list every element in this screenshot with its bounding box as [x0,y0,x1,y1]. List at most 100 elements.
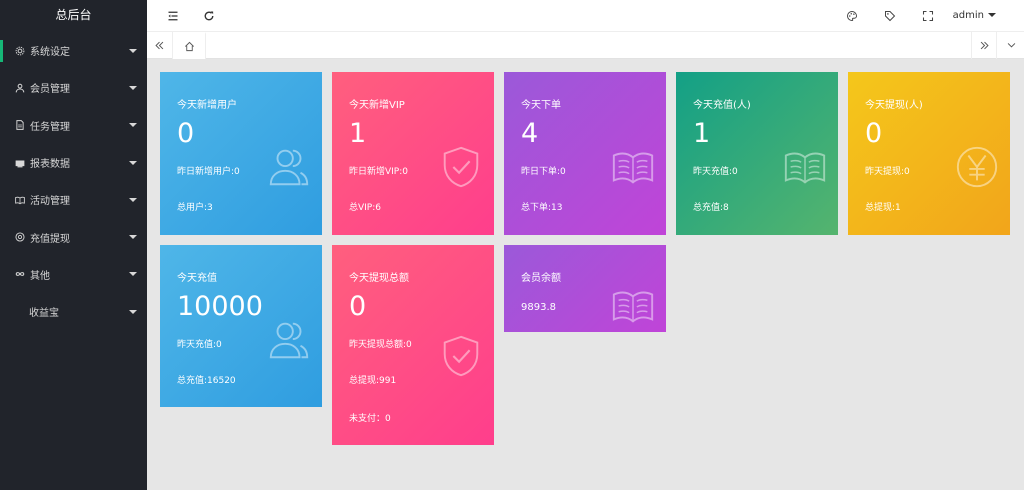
sidebar-item-system-settings[interactable]: 系统设定 [0,32,147,69]
sidebar-item-recharge-withdraw[interactable]: 充值提现 [0,218,147,255]
refresh-button[interactable] [199,0,219,32]
tag-button[interactable] [879,0,901,32]
card-title: 今天下单 [521,100,561,111]
card-total: 总用户:3 [177,203,213,213]
stat-card-orders: 今天下单 4 昨日下单:0 总下单:13 [504,72,666,235]
card-title: 今天提现总额 [349,273,409,284]
card-subline: 昨日下单:0 [521,167,566,177]
sidebar: 总后台 系统设定 会员管理 任务管理 报表数据 活动管理 充值提现 其他 收益宝 [0,0,147,490]
menu-collapse-icon [167,7,179,26]
stat-card-withdraw-users: 今天提现(人) 0 昨天提现:0 总提现:1 [848,72,1010,235]
user-menu[interactable]: admin [953,0,996,32]
card-value: 1 [693,118,711,149]
tab-bar [147,32,1024,59]
sidebar-item-label: 充值提现 [30,233,70,245]
stat-card-member-balance: 会员余额 9893.8 [504,245,666,332]
logo-text: 总后台 [55,8,92,22]
card-value: 1 [349,118,367,149]
stat-card-new-vip: 今天新增VIP 1 昨日新增VIP:0 总VIP:6 [332,72,494,235]
open-book-icon [782,144,828,190]
card-value: 0 [865,118,883,149]
top-header: admin [147,0,1024,32]
users-icon [266,317,312,363]
stat-card-new-users: 今天新增用户 0 昨日新增用户:0 总用户:3 [160,72,322,235]
card-subline: 昨天提现总额:0 [349,340,412,350]
card-unpaid: 未支付：0 [349,414,391,424]
palette-icon [846,7,858,26]
stat-card-recharge-today: 今天充值 10000 昨天充值:0 总充值:16520 [160,245,322,407]
card-subline: 昨天提现:0 [865,167,910,177]
card-value: 9893.8 [521,302,556,313]
chart-icon [14,157,25,168]
card-total: 总提现:1 [865,203,901,213]
infinity-icon [14,269,25,280]
tag-icon [884,7,896,26]
users-icon [266,144,312,190]
circle-icon [14,232,25,243]
caret-down-icon [129,309,137,314]
card-subline: 昨日新增用户:0 [177,167,240,177]
open-book-icon [610,283,656,329]
card-value: 4 [521,118,539,149]
refresh-icon [203,7,215,26]
sidebar-item-report-data[interactable]: 报表数据 [0,144,147,181]
gear-icon [14,45,25,56]
home-icon [184,37,195,56]
document-icon [14,120,25,131]
sidebar-item-label: 系统设定 [30,47,70,59]
caret-down-icon [129,197,137,202]
card-title: 今天充值 [177,273,217,284]
sidebar-item-member-management[interactable]: 会员管理 [0,69,147,106]
theme-button[interactable] [841,0,863,32]
card-subline: 昨天充值:0 [693,167,738,177]
caret-down-icon [129,235,137,240]
card-value: 10000 [177,291,263,322]
sidebar-item-label: 其他 [30,270,50,282]
card-total: 总充值:8 [693,203,729,213]
card-title: 今天提现(人) [865,100,923,111]
double-left-icon [154,36,165,55]
stat-card-withdraw-total: 今天提现总额 0 昨天提现总额:0 总提现:991 未支付：0 [332,245,494,445]
caret-down-icon [129,85,137,90]
book-icon [14,194,25,205]
caret-down-icon [129,272,137,277]
card-total: 总充值:16520 [177,376,236,386]
caret-down-icon [988,13,996,17]
card-total: 总VIP:6 [349,203,381,213]
caret-down-icon [129,48,137,53]
card-subline: 昨日新增VIP:0 [349,167,408,177]
card-total: 总提现:991 [349,376,397,386]
sidebar-item-other[interactable]: 其他 [0,256,147,293]
caret-down-icon [129,123,137,128]
stat-card-recharge-users: 今天充值(人) 1 昨天充值:0 总充值:8 [676,72,838,235]
menu-collapse-button[interactable] [163,0,183,32]
card-value: 0 [177,118,195,149]
sidebar-item-activity-management[interactable]: 活动管理 [0,181,147,218]
shield-check-icon [438,333,484,379]
fullscreen-icon [922,7,934,26]
open-book-icon [610,144,656,190]
tabs-scroll-left-button[interactable] [147,32,173,59]
sidebar-item-yield-treasure[interactable]: 收益宝 [0,293,147,330]
tabs-scroll-right-button[interactable] [971,32,997,59]
fullscreen-button[interactable] [917,0,939,32]
tab-home[interactable] [173,32,206,59]
username: admin [952,10,984,21]
card-title: 今天新增用户 [177,100,237,111]
user-icon [14,82,25,93]
sidebar-item-label: 收益宝 [29,308,59,320]
yen-icon [954,144,1000,190]
sidebar-item-label: 活动管理 [30,196,70,208]
tabs-dropdown-button[interactable] [998,32,1024,59]
card-title: 会员余额 [521,273,561,284]
card-title: 今天充值(人) [693,100,751,111]
sidebar-item-label: 任务管理 [30,121,70,133]
sidebar-item-task-management[interactable]: 任务管理 [0,107,147,144]
card-total: 总下单:13 [521,203,563,213]
card-subline: 昨天充值:0 [177,340,222,350]
chevron-down-icon [1006,36,1017,55]
card-value: 0 [349,291,367,322]
sidebar-item-label: 报表数据 [30,159,70,171]
caret-down-icon [129,160,137,165]
double-right-icon [979,36,990,55]
